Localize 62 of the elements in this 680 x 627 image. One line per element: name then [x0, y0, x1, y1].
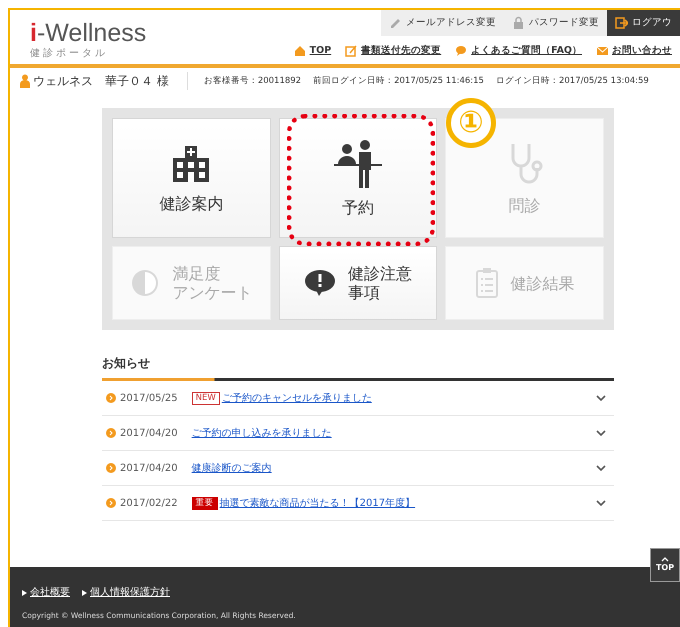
- pencil-icon: [389, 16, 402, 30]
- triangle-icon: [82, 590, 87, 596]
- pie-chart-icon: [130, 268, 160, 298]
- nav-link[interactable]: 書類送付先の変更: [345, 44, 442, 58]
- utility-link[interactable]: ログアウ: [607, 10, 680, 36]
- nav-link[interactable]: お問い合わせ: [596, 44, 672, 58]
- login-info: 前回ログイン日時：2017/05/25 11:46:15: [313, 74, 484, 88]
- bullet-icon: [106, 428, 116, 438]
- tile-label: 健診結果: [510, 274, 575, 292]
- chevron-down-icon[interactable]: [596, 464, 606, 472]
- tile-label: 事項: [348, 283, 381, 302]
- utility-link[interactable]: メールアドレス変更: [381, 10, 504, 36]
- section-title: お知らせ: [102, 355, 151, 372]
- login-info: ログイン日時：2017/05/25 13:04:59: [496, 74, 649, 88]
- footer-link[interactable]: 個人情報保護方針: [82, 585, 170, 600]
- bullet-icon: [106, 498, 116, 508]
- caret-up-icon: [661, 556, 669, 562]
- chevron-down-icon[interactable]: [596, 394, 606, 402]
- triangle-icon: [22, 590, 27, 596]
- speech-bubble-icon: [455, 45, 468, 58]
- news-link[interactable]: ご予約のキャンセルを承りました: [222, 390, 372, 406]
- edit-icon: [345, 45, 358, 58]
- nav-link[interactable]: TOP: [294, 44, 332, 58]
- chevron-down-icon[interactable]: [596, 430, 606, 436]
- menu-tile[interactable]: 健診案内: [112, 118, 271, 238]
- news-tag: 重要: [192, 496, 218, 510]
- logo-text[interactable]: i-Wellness: [30, 20, 146, 46]
- alert-bubble-icon: [304, 269, 336, 297]
- tile-label: アンケート: [172, 283, 252, 302]
- lock-icon: [512, 16, 525, 30]
- news-tag: NEW: [192, 392, 220, 404]
- tile-label: 健診案内: [159, 194, 224, 212]
- nav-link[interactable]: よくあるご質問（FAQ）: [455, 44, 582, 58]
- logout-icon: [615, 16, 628, 30]
- logo-subtitle: 健診ポータル: [30, 46, 109, 61]
- login-info: お客様番号：20011892: [204, 74, 302, 88]
- news-date: 2017/02/22: [120, 496, 178, 510]
- menu-tile[interactable]: 予約: [278, 118, 438, 238]
- home-icon: [294, 45, 307, 58]
- footer-link[interactable]: 会社概要: [22, 585, 70, 600]
- news-link[interactable]: 健康診断のご案内: [192, 460, 272, 476]
- news-date: 2017/04/20: [120, 462, 178, 476]
- tile-label: 満足度: [172, 264, 222, 283]
- menu-tile[interactable]: 健診注意 事項: [278, 246, 438, 320]
- tile-label: 予約: [342, 198, 374, 216]
- tile-label: 健診注意: [348, 264, 412, 283]
- person-icon: [20, 74, 30, 88]
- clipboard-icon: [474, 267, 499, 299]
- chevron-down-icon[interactable]: [596, 500, 606, 506]
- news-date: 2017/04/20: [120, 426, 178, 440]
- user-name: ウェルネス 華子０４ 様: [30, 72, 188, 90]
- news-link[interactable]: 抽選で素敵な商品が当たる！【2017年度】: [220, 496, 416, 510]
- tile-label: 問診: [508, 196, 541, 214]
- news-link[interactable]: ご予約の申し込みを承りました: [192, 426, 332, 440]
- utility-link[interactable]: パスワード変更: [504, 10, 607, 36]
- reception-icon: [332, 140, 383, 188]
- hospital-icon: [171, 144, 212, 184]
- news-date: 2017/05/25: [120, 392, 178, 406]
- bullet-icon: [106, 393, 116, 403]
- envelope-icon: [596, 45, 609, 58]
- back-to-top-button[interactable]: TOP: [650, 548, 680, 582]
- bullet-icon: [106, 463, 116, 473]
